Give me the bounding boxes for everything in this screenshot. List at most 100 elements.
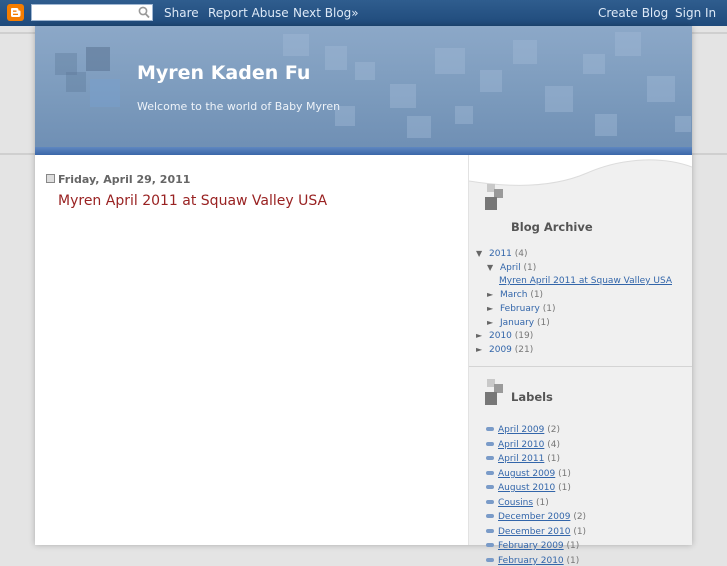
collapsed-arrow-icon[interactable]: ► xyxy=(487,304,500,313)
header-decoration xyxy=(325,46,347,70)
archive-year-2010[interactable]: ► 2010 (19) xyxy=(476,331,533,341)
post-title[interactable]: Myren April 2011 at Squaw Valley USA xyxy=(58,193,327,209)
header-decoration xyxy=(647,76,675,102)
label-count: (1) xyxy=(535,498,549,508)
create-blog-link[interactable]: Create Blog xyxy=(598,6,668,20)
search-box xyxy=(31,4,153,21)
header-decoration xyxy=(513,40,537,64)
label-item[interactable]: April 2011 (1) xyxy=(486,454,560,464)
label-item[interactable]: April 2009 (2) xyxy=(486,425,560,435)
blogger-logo-icon[interactable] xyxy=(7,4,24,21)
post-count: (21) xyxy=(514,345,534,355)
archive-link[interactable]: 2009 xyxy=(489,345,512,355)
archive-month-april[interactable]: ▼ April (1) xyxy=(487,263,536,273)
header-decoration xyxy=(545,86,573,112)
post-count: (19) xyxy=(514,331,534,341)
blog-title[interactable]: Myren Kaden Fu xyxy=(137,62,310,84)
archive-link[interactable]: 2010 xyxy=(489,331,512,341)
label-link[interactable]: Cousins xyxy=(498,498,533,508)
label-item[interactable]: August 2010 (1) xyxy=(486,483,571,493)
search-icon[interactable] xyxy=(138,6,150,22)
bullet-icon xyxy=(486,471,494,475)
label-item[interactable]: December 2010 (1) xyxy=(486,527,586,537)
label-item[interactable]: August 2009 (1) xyxy=(486,469,571,479)
bullet-icon xyxy=(486,529,494,533)
archive-link[interactable]: April xyxy=(500,263,521,273)
collapsed-arrow-icon[interactable]: ► xyxy=(476,345,489,354)
header-decoration xyxy=(86,47,110,71)
label-item[interactable]: December 2009 (2) xyxy=(486,512,586,522)
blog-header: Myren Kaden Fu Welcome to the world of B… xyxy=(35,26,692,149)
share-link[interactable]: Share xyxy=(164,6,199,20)
label-item[interactable]: February 2009 (1) xyxy=(486,541,579,551)
post-date-header: Friday, April 29, 2011 xyxy=(46,173,190,186)
archive-year-2009[interactable]: ► 2009 (21) xyxy=(476,345,533,355)
archive-link[interactable]: February xyxy=(500,304,540,314)
archive-link[interactable]: January xyxy=(500,318,534,328)
bullet-icon xyxy=(486,442,494,446)
label-count: (4) xyxy=(547,440,560,450)
blog-tagline: Welcome to the world of Baby Myren xyxy=(137,100,341,113)
label-count: (2) xyxy=(547,425,560,435)
post-date: Friday, April 29, 2011 xyxy=(58,173,191,186)
labels-widget-title: Labels xyxy=(511,390,553,404)
archive-post-link[interactable]: Myren April 2011 at Squaw Valley USA xyxy=(499,276,672,286)
label-link[interactable]: August 2010 xyxy=(498,483,555,493)
archive-link[interactable]: March xyxy=(500,290,527,300)
expanded-arrow-icon[interactable]: ▼ xyxy=(487,263,500,272)
sidebar: Blog Archive ▼ 2011 (4) ▼ April (1) Myren … xyxy=(468,155,692,566)
widget-divider xyxy=(469,366,692,367)
label-item[interactable]: April 2010 (4) xyxy=(486,440,560,450)
header-decoration xyxy=(595,114,617,136)
label-count: (1) xyxy=(558,469,571,479)
header-decoration xyxy=(355,62,375,80)
label-link[interactable]: August 2009 xyxy=(498,469,555,479)
expanded-arrow-icon[interactable]: ▼ xyxy=(476,249,489,258)
header-decoration xyxy=(615,32,641,56)
post-count: (1) xyxy=(530,290,544,300)
label-link[interactable]: December 2009 xyxy=(498,512,570,522)
post-count: (1) xyxy=(542,304,556,314)
sign-in-link[interactable]: Sign In xyxy=(675,6,716,20)
bullet-icon xyxy=(486,456,494,460)
header-decoration xyxy=(66,72,86,92)
archive-month-march[interactable]: ► March (1) xyxy=(487,290,543,300)
label-count: (1) xyxy=(558,483,571,493)
header-decoration xyxy=(583,54,605,74)
header-decoration xyxy=(90,79,120,107)
archive-month-february[interactable]: ► February (1) xyxy=(487,304,556,314)
label-link[interactable]: April 2009 xyxy=(498,425,544,435)
archive-month-january[interactable]: ► January (1) xyxy=(487,318,550,328)
label-link[interactable]: February 2010 xyxy=(498,556,564,566)
collapsed-arrow-icon[interactable]: ► xyxy=(487,290,500,299)
label-link[interactable]: April 2010 xyxy=(498,440,544,450)
header-decoration xyxy=(390,84,416,108)
label-link[interactable]: February 2009 xyxy=(498,541,564,551)
search-input[interactable] xyxy=(34,6,134,20)
label-count: (1) xyxy=(566,556,580,566)
header-decoration xyxy=(435,48,465,74)
next-blog-link[interactable]: Next Blog» xyxy=(293,6,359,20)
bullet-icon xyxy=(486,558,494,562)
archive-post-item[interactable]: Myren April 2011 at Squaw Valley USA xyxy=(499,276,672,286)
label-item[interactable]: Cousins (1) xyxy=(486,498,549,508)
header-decoration xyxy=(407,116,431,138)
widget-icon xyxy=(485,184,503,210)
label-link[interactable]: December 2010 xyxy=(498,527,570,537)
label-item[interactable]: February 2010 (1) xyxy=(486,556,579,566)
report-abuse-link[interactable]: Report Abuse xyxy=(208,6,289,20)
archive-year-2011[interactable]: ▼ 2011 (4) xyxy=(476,249,528,259)
header-decoration xyxy=(455,106,473,124)
collapse-box-icon xyxy=(46,174,55,183)
widget-icon xyxy=(485,379,503,405)
header-decoration xyxy=(480,70,502,92)
collapsed-arrow-icon[interactable]: ► xyxy=(487,318,500,327)
bullet-icon xyxy=(486,514,494,518)
page-container: Myren Kaden Fu Welcome to the world of B… xyxy=(35,26,692,566)
label-count: (1) xyxy=(547,454,560,464)
label-link[interactable]: April 2011 xyxy=(498,454,544,464)
collapsed-arrow-icon[interactable]: ► xyxy=(476,331,489,340)
post-count: (4) xyxy=(514,249,528,259)
bullet-icon xyxy=(486,485,494,489)
archive-link[interactable]: 2011 xyxy=(489,249,512,259)
